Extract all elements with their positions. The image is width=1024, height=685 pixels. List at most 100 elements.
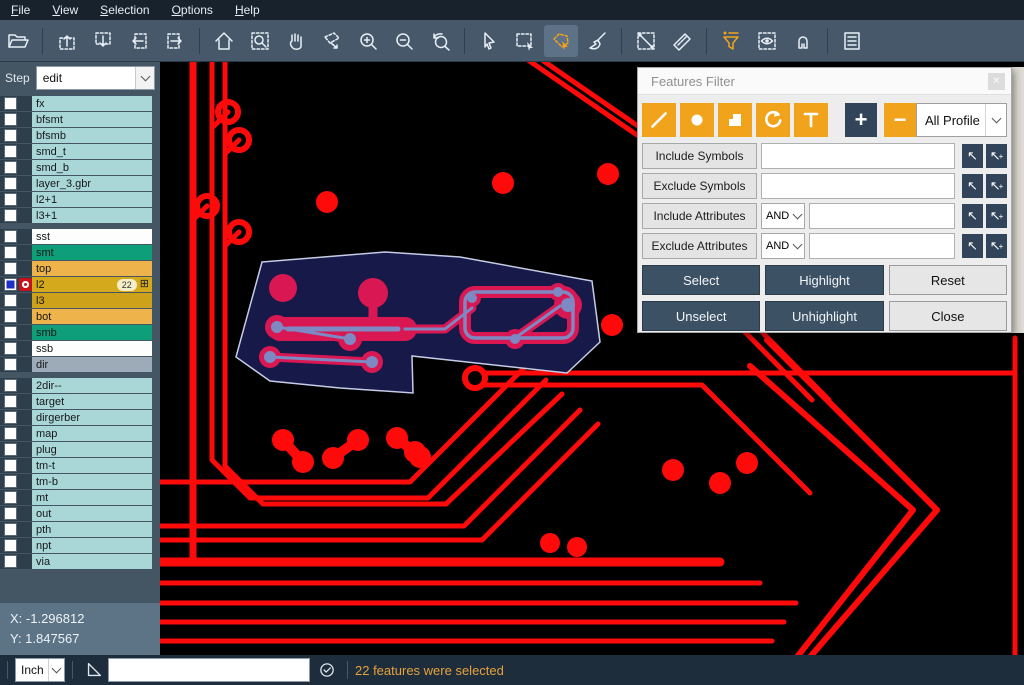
filter-surface-button[interactable] bbox=[718, 103, 752, 137]
layer-visibility-checkbox[interactable] bbox=[4, 294, 17, 307]
pick-symbol-button[interactable]: ↖ bbox=[962, 174, 983, 198]
layer-name-cell[interactable]: out⊞ bbox=[32, 506, 152, 521]
layer-name-cell[interactable]: dir⊞ bbox=[32, 357, 152, 372]
pan-hand-icon[interactable] bbox=[279, 25, 313, 57]
layer-name-cell[interactable]: npt⊞ bbox=[32, 538, 152, 553]
layer-name-cell[interactable]: l3+1⊞ bbox=[32, 208, 152, 223]
layer-row-l3[interactable]: l3⊞ bbox=[0, 293, 152, 308]
layer-name-cell[interactable]: via⊞ bbox=[32, 554, 152, 569]
command-input[interactable] bbox=[108, 658, 310, 682]
pick-add-attribute-button[interactable]: ↖+ bbox=[986, 234, 1007, 258]
layer-row-npt[interactable]: npt⊞ bbox=[0, 538, 152, 553]
unhighlight-button[interactable]: Unhighlight bbox=[765, 301, 883, 331]
layer-visibility-checkbox[interactable] bbox=[4, 491, 17, 504]
clear-highlight-icon[interactable] bbox=[580, 25, 614, 57]
layer-name-cell[interactable]: bot⊞ bbox=[32, 309, 152, 324]
layer-row-ssb[interactable]: ssb⊞ bbox=[0, 341, 152, 356]
zoom-previous-icon[interactable] bbox=[423, 25, 457, 57]
layer-name-cell[interactable]: target⊞ bbox=[32, 394, 152, 409]
menu-item-help[interactable]: Help bbox=[224, 0, 271, 20]
filter-pad-button[interactable] bbox=[680, 103, 714, 137]
layer-visibility-checkbox[interactable] bbox=[4, 177, 17, 190]
select-arrow-icon[interactable] bbox=[472, 25, 506, 57]
pan-up-icon[interactable] bbox=[50, 25, 84, 57]
layer-row-l2+1[interactable]: l2+1⊞ bbox=[0, 192, 152, 207]
layer-name-cell[interactable]: l222⊞ bbox=[32, 277, 152, 292]
layer-visibility-checkbox[interactable] bbox=[4, 475, 17, 488]
layer-visibility-checkbox[interactable] bbox=[4, 395, 17, 408]
zoom-area-icon[interactable] bbox=[243, 25, 277, 57]
layer-name-cell[interactable]: smd_b⊞ bbox=[32, 160, 152, 175]
layer-visibility-checkbox[interactable] bbox=[4, 326, 17, 339]
layer-visibility-checkbox[interactable] bbox=[4, 246, 17, 259]
pan-left-icon[interactable] bbox=[122, 25, 156, 57]
include-attributes-button[interactable]: Include Attributes bbox=[642, 203, 757, 229]
mode-add-button[interactable]: + bbox=[845, 103, 877, 137]
menu-item-file[interactable]: File bbox=[0, 0, 41, 20]
pan-right-icon[interactable] bbox=[158, 25, 192, 57]
close-icon[interactable]: ✕ bbox=[988, 73, 1005, 90]
pan-down-icon[interactable] bbox=[86, 25, 120, 57]
layer-visibility-checkbox[interactable] bbox=[4, 113, 17, 126]
profile-select[interactable]: All Profile bbox=[916, 103, 1007, 137]
layer-name-cell[interactable]: smd_t⊞ bbox=[32, 144, 152, 159]
layer-row-target[interactable]: target⊞ bbox=[0, 394, 152, 409]
layer-visibility-checkbox[interactable] bbox=[4, 523, 17, 536]
unselect-button[interactable]: Unselect bbox=[642, 301, 760, 331]
layer-row-out[interactable]: out⊞ bbox=[0, 506, 152, 521]
layer-visibility-checkbox[interactable] bbox=[4, 342, 17, 355]
layer-name-cell[interactable]: layer_3.gbr⊞ bbox=[32, 176, 152, 191]
layer-name-cell[interactable]: l2+1⊞ bbox=[32, 192, 152, 207]
layer-visibility-checkbox[interactable] bbox=[4, 193, 17, 206]
layer-name-cell[interactable]: tm-b⊞ bbox=[32, 474, 152, 489]
filter-line-button[interactable] bbox=[642, 103, 676, 137]
zoom-out-icon[interactable] bbox=[387, 25, 421, 57]
layer-row-fx[interactable]: fx⊞ bbox=[0, 96, 152, 111]
sync-check-icon[interactable] bbox=[318, 661, 336, 679]
pick-add-symbol-button[interactable]: ↖+ bbox=[986, 144, 1007, 168]
unit-select[interactable]: Inch bbox=[15, 658, 65, 682]
layer-visibility-checkbox[interactable] bbox=[4, 209, 17, 222]
layer-visibility-checkbox[interactable] bbox=[4, 358, 17, 371]
layer-row-top[interactable]: top⊞ bbox=[0, 261, 152, 276]
exclude-attributes-logic-select[interactable]: AND bbox=[761, 233, 805, 259]
layer-row-plug[interactable]: plug⊞ bbox=[0, 442, 152, 457]
select-polygon-icon[interactable] bbox=[544, 25, 578, 57]
layer-row-2dir--[interactable]: 2dir--⊞ bbox=[0, 378, 152, 393]
layer-visibility-checkbox[interactable] bbox=[4, 443, 17, 456]
include-symbols-input[interactable] bbox=[761, 143, 955, 169]
pick-attribute-button[interactable]: ↖ bbox=[962, 204, 983, 228]
reset-button[interactable]: Reset bbox=[889, 265, 1007, 295]
layer-name-cell[interactable]: smb⊞ bbox=[32, 325, 152, 340]
menu-item-view[interactable]: View bbox=[41, 0, 89, 20]
layer-visibility-checkbox[interactable] bbox=[4, 555, 17, 568]
layer-row-via[interactable]: via⊞ bbox=[0, 554, 152, 569]
layer-name-cell[interactable]: map⊞ bbox=[32, 426, 152, 441]
layer-row-l3+1[interactable]: l3+1⊞ bbox=[0, 208, 152, 223]
layer-row-smt[interactable]: smt⊞ bbox=[0, 245, 152, 260]
layer-name-cell[interactable]: sst⊞ bbox=[32, 229, 152, 244]
layer-row-bfsmt[interactable]: bfsmt⊞ bbox=[0, 112, 152, 127]
layer-name-cell[interactable]: mt⊞ bbox=[32, 490, 152, 505]
pick-add-symbol-button[interactable]: ↖+ bbox=[986, 174, 1007, 198]
exclude-symbols-button[interactable]: Exclude Symbols bbox=[642, 173, 757, 199]
layer-row-tm-b[interactable]: tm-b⊞ bbox=[0, 474, 152, 489]
layer-visibility-checkbox[interactable] bbox=[4, 145, 17, 158]
measure-distance-icon[interactable] bbox=[629, 25, 663, 57]
filter-text-button[interactable] bbox=[794, 103, 828, 137]
layer-visibility-checkbox[interactable] bbox=[4, 161, 17, 174]
close-button[interactable]: Close bbox=[889, 301, 1007, 331]
pick-attribute-button[interactable]: ↖ bbox=[962, 234, 983, 258]
layer-visibility-checkbox[interactable] bbox=[4, 129, 17, 142]
layer-name-cell[interactable]: bfsmb⊞ bbox=[32, 128, 152, 143]
layer-name-cell[interactable]: dirgerber⊞ bbox=[32, 410, 152, 425]
layer-row-mt[interactable]: mt⊞ bbox=[0, 490, 152, 505]
mode-subtract-button[interactable]: − bbox=[884, 103, 916, 137]
menu-item-options[interactable]: Options bbox=[161, 0, 224, 20]
measure-ruler-icon[interactable] bbox=[665, 25, 699, 57]
open-file-icon[interactable] bbox=[1, 25, 35, 57]
layer-row-tm-t[interactable]: tm-t⊞ bbox=[0, 458, 152, 473]
layer-row-bfsmb[interactable]: bfsmb⊞ bbox=[0, 128, 152, 143]
layer-name-cell[interactable]: smt⊞ bbox=[32, 245, 152, 260]
include-attributes-logic-select[interactable]: AND bbox=[761, 203, 805, 229]
